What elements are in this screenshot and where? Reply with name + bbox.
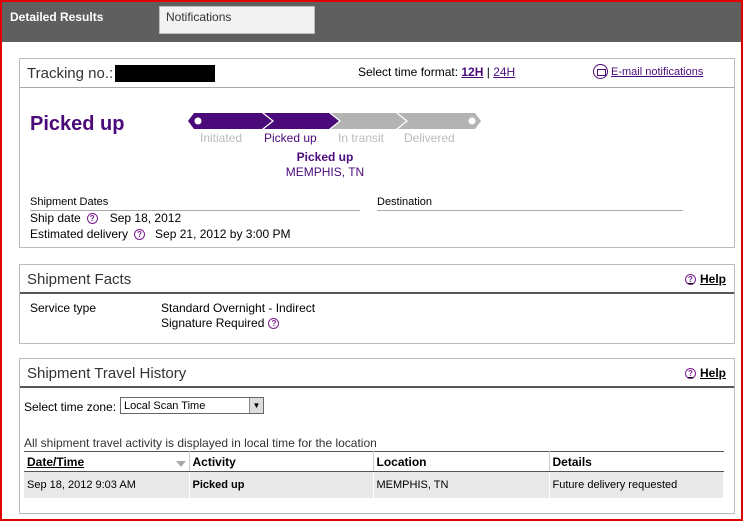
- travel-history-header: Shipment Travel History ? Help: [20, 359, 734, 388]
- travel-history-table: Date/Time Activity Location Details Sep …: [24, 451, 724, 498]
- cell-details: Future delivery requested: [549, 471, 724, 498]
- help-icon[interactable]: ?: [86, 212, 98, 224]
- shipment-facts-help-link[interactable]: ? Help: [684, 272, 726, 286]
- time-format-label: Select time format:: [358, 65, 459, 79]
- time-zone-select[interactable]: Local Scan Time ▼: [120, 397, 264, 414]
- travel-history-title: Shipment Travel History: [27, 365, 187, 382]
- tab-detailed-results[interactable]: Detailed Results: [2, 6, 158, 42]
- progress-segment-in-transit: [331, 113, 406, 129]
- service-type-value: Standard Overnight - Indirect: [161, 301, 316, 315]
- progress-segment-picked-up: [264, 113, 339, 129]
- ship-date-label: Ship date: [30, 211, 81, 225]
- travel-history-help-link[interactable]: ? Help: [684, 366, 726, 380]
- stage-label-delivered: Delivered: [404, 131, 455, 145]
- stage-labels: Initiated Picked up In transit Delivered: [188, 131, 488, 145]
- travel-history-panel: Shipment Travel History ? Help Select ti…: [19, 358, 735, 514]
- tab-notifications[interactable]: Notifications: [159, 6, 315, 34]
- email-notifications-label: E-mail notifications: [611, 65, 704, 78]
- column-header-datetime[interactable]: Date/Time: [24, 451, 190, 472]
- progress-bar: [188, 113, 481, 129]
- time-format-12h-link[interactable]: 12H: [461, 65, 483, 79]
- tracking-number-label: Tracking no.:: [27, 65, 114, 82]
- time-zone-label: Select time zone:: [24, 400, 117, 414]
- ship-date-value: Sep 18, 2012: [109, 211, 182, 225]
- column-header-details: Details: [549, 451, 724, 472]
- tracking-header: Tracking no.: Select time format: 12H | …: [20, 59, 734, 88]
- service-type-label: Service type: [30, 301, 97, 315]
- estimated-delivery-label: Estimated delivery: [30, 227, 129, 241]
- current-location: MEMPHIS, TN: [285, 165, 365, 179]
- help-icon: ?: [684, 273, 696, 285]
- current-status: Picked up: [296, 150, 354, 164]
- tracking-number-redacted: [115, 65, 215, 82]
- cell-datetime: Sep 18, 2012 9:03 AM: [24, 471, 190, 498]
- destination-heading: Destination: [377, 196, 683, 211]
- tracking-panel: Tracking no.: Select time format: 12H | …: [19, 58, 735, 248]
- email-notifications-link[interactable]: E-mail notifications: [593, 64, 703, 79]
- local-time-note: All shipment travel activity is displaye…: [24, 436, 377, 450]
- time-format-separator: |: [486, 65, 490, 79]
- help-icon[interactable]: ?: [268, 317, 280, 329]
- stage-label-initiated: Initiated: [200, 131, 243, 145]
- estimated-delivery-value: Sep 21, 2012 by 3:00 PM: [155, 227, 291, 241]
- signature-required-label: Signature Required: [161, 316, 265, 330]
- help-icon[interactable]: ?: [134, 228, 146, 240]
- time-format-selector: Select time format: 12H | 24H: [358, 65, 515, 79]
- help-label: Help: [699, 272, 726, 286]
- shipment-dates-heading: Shipment Dates: [30, 196, 360, 211]
- shipment-facts-header: Shipment Facts ? Help: [20, 265, 734, 294]
- column-header-datetime-label: Date/Time: [27, 454, 85, 469]
- time-zone-selected: Local Scan Time: [124, 399, 206, 412]
- stage-label-in-transit: In transit: [338, 131, 385, 145]
- shipment-facts-panel: Shipment Facts ? Help Service type Stand…: [19, 264, 735, 344]
- signature-required: Signature Required ?: [161, 316, 280, 330]
- cell-activity: Picked up: [189, 471, 374, 498]
- cell-location: MEMPHIS, TN: [373, 471, 550, 498]
- shipment-facts-title: Shipment Facts: [27, 271, 132, 288]
- mail-icon: [593, 64, 608, 79]
- progress-start-dot: [194, 117, 202, 125]
- table-row: Sep 18, 2012 9:03 AM Picked up MEMPHIS, …: [24, 471, 724, 498]
- column-header-location: Location: [373, 451, 550, 472]
- column-header-activity: Activity: [189, 451, 374, 472]
- ship-date-row: Ship date ? Sep 18, 2012: [30, 211, 181, 225]
- help-label: Help: [699, 366, 726, 380]
- tab-bar: Detailed Results Notifications: [2, 2, 741, 42]
- estimated-delivery-row: Estimated delivery ? Sep 21, 2012 by 3:0…: [30, 227, 290, 241]
- stage-label-picked-up: Picked up: [264, 131, 317, 145]
- app-frame: Detailed Results Notifications Tracking …: [0, 0, 743, 521]
- progress-end-dot: [468, 117, 476, 125]
- table-header-row: Date/Time Activity Location Details: [24, 451, 724, 472]
- time-format-24h-link[interactable]: 24H: [493, 65, 515, 79]
- help-icon: ?: [684, 367, 696, 379]
- dropdown-arrow-icon[interactable]: ▼: [249, 398, 263, 413]
- sort-arrow-icon: [175, 460, 186, 467]
- shipment-status-title: Picked up: [30, 113, 125, 135]
